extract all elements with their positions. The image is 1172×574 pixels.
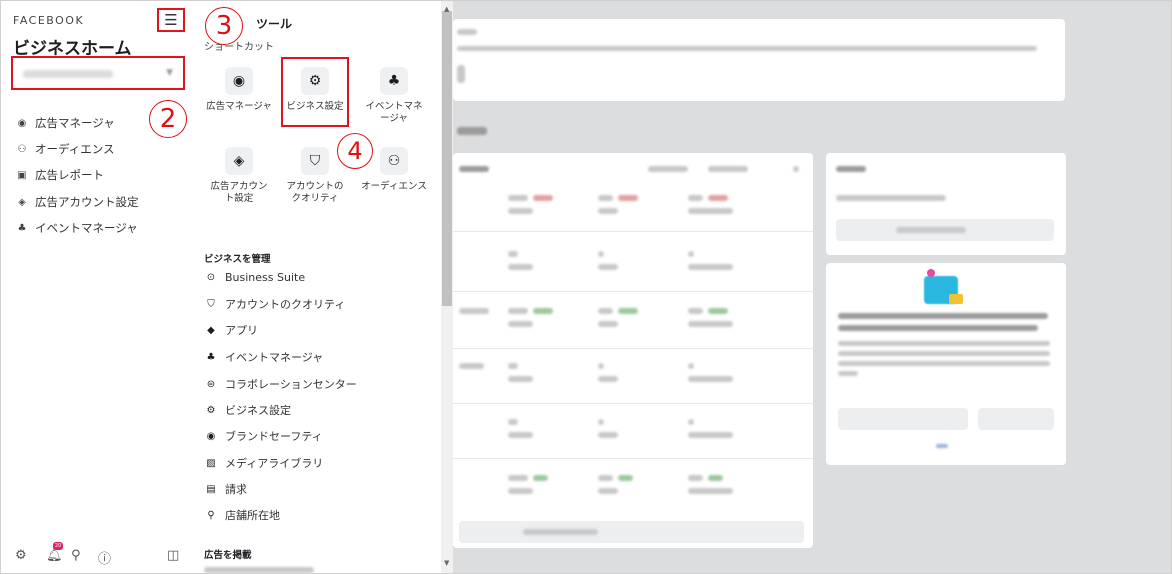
sidebar: FACEBOOK ビジネスホーム ☰ ▼ ◉ 広告マネージャ ⚇ オーディエンス… [1, 1, 195, 573]
tool-label: ビジネス設定 [225, 404, 291, 417]
tool-business-suite[interactable]: ⊙ Business Suite [204, 270, 305, 284]
dimmed-background [453, 1, 1171, 573]
business-suite-icon: ⊙ [206, 271, 216, 283]
ads-manager-icon: ◉ [17, 117, 27, 129]
tool-label: ブランドセーフティ [225, 430, 323, 443]
menu-button[interactable]: ☰ [157, 8, 185, 32]
billing-icon: ▤ [206, 483, 216, 495]
manage-business-heading: ビジネスを管理 [204, 254, 271, 265]
sidebar-item-label: オーディエンス [35, 142, 115, 156]
chevron-down-icon: ▼ [166, 68, 173, 78]
tool-label: アプリ [225, 324, 258, 337]
screen-frame: FACEBOOK ビジネスホーム ☰ ▼ ◉ 広告マネージャ ⚇ オーディエンス… [0, 0, 1172, 574]
tools-title: ツール [256, 17, 293, 31]
sidebar-item-audience[interactable]: ⚇ オーディエンス [15, 141, 115, 157]
brand-label: FACEBOOK [13, 14, 85, 27]
ad-account-settings-icon: ◈ [18, 196, 26, 208]
sidebar-item-ads-report[interactable]: ▣ 広告レポート [15, 167, 104, 183]
shortcut-ads-manager[interactable]: ◉ 広告マネージャ [206, 67, 272, 113]
annotation-3: 3 [205, 7, 243, 45]
account-quality-icon: ⛉ [301, 147, 329, 175]
shortcut-label: アカウントのクオリティ [286, 181, 344, 204]
tool-business-settings[interactable]: ⚙ ビジネス設定 [204, 402, 291, 418]
account-selector[interactable]: ▼ [11, 56, 185, 90]
events-manager-icon: ♣ [206, 351, 216, 363]
tool-label: メディアライブラリ [225, 457, 324, 470]
tool-media-library[interactable]: ▨ メディアライブラリ [204, 455, 323, 471]
ad-account-settings-icon: ◈ [225, 147, 253, 175]
tool-billing[interactable]: ▤ 請求 [204, 481, 247, 497]
sidebar-item-label: 広告アカウント設定 [35, 195, 139, 209]
settings-icon[interactable]: ⚙ [15, 548, 27, 563]
section-heading [457, 127, 487, 135]
promo-illustration-accent [949, 294, 963, 304]
notifications-icon[interactable]: 🔔︎ [46, 548, 63, 563]
ads-report-icon: ▣ [17, 169, 27, 181]
tools-scrollbar-thumb[interactable] [442, 11, 452, 306]
shortcut-events-manager[interactable]: ♣ イベントマネージャ [361, 67, 427, 125]
events-manager-icon: ♣ [380, 67, 408, 95]
tool-collaboration-center[interactable]: ⊜ コラボレーションセンター [204, 376, 357, 392]
menu-icon: ☰ [164, 11, 178, 29]
tool-label: 請求 [225, 483, 247, 496]
gear-icon: ⚙ [206, 404, 216, 416]
highlight-box-business-settings [281, 57, 349, 127]
advertise-heading: 広告を掲載 [204, 550, 252, 561]
events-manager-icon: ♣ [17, 222, 27, 234]
sidebar-item-label: イベントマネージャ [35, 221, 138, 235]
panel-toggle-icon[interactable]: ◫ [167, 548, 179, 563]
cut-off-item [204, 567, 314, 573]
help-icon[interactable]: ⓘ [98, 548, 111, 567]
performance-card [453, 153, 813, 548]
tool-label: Business Suite [225, 270, 306, 284]
tool-events-manager[interactable]: ♣ イベントマネージャ [204, 349, 324, 365]
sidebar-item-events-manager[interactable]: ♣ イベントマネージャ [15, 220, 138, 236]
account-quality-icon: ⛉ [207, 298, 215, 310]
tool-account-quality[interactable]: ⛉ アカウントのクオリティ [204, 296, 345, 312]
audience-icon: ⚇ [17, 143, 27, 155]
banner-card [453, 19, 1065, 101]
audience-icon: ⚇ [380, 147, 408, 175]
tool-label: 店舗所在地 [225, 509, 280, 522]
tools-panel: ツール ショートカット ◉ 広告マネージャ ⚙ ビジネス設定 ♣ イベントマネー… [194, 1, 442, 573]
store-location-icon: ⚲ [207, 509, 215, 521]
shortcut-label: オーディエンス [361, 181, 427, 192]
account-name [23, 70, 113, 78]
tool-label: コラボレーションセンター [225, 378, 357, 391]
apps-icon: ◆ [207, 324, 215, 336]
sidebar-item-ad-account-settings[interactable]: ◈ 広告アカウント設定 [15, 194, 139, 210]
scroll-down-arrow-icon[interactable]: ▼ [444, 559, 449, 567]
media-library-icon: ▨ [206, 457, 216, 469]
tool-brand-safety[interactable]: ◉ ブランドセーフティ [204, 428, 323, 444]
tool-apps[interactable]: ◆ アプリ [204, 322, 258, 338]
collaboration-center-icon: ⊜ [206, 378, 216, 390]
tool-store-location[interactable]: ⚲ 店舗所在地 [204, 507, 280, 523]
annotation-4: 4 [337, 133, 373, 169]
brand-safety-icon: ◉ [206, 430, 216, 442]
sidebar-item-ads-manager[interactable]: ◉ 広告マネージャ [15, 115, 115, 131]
annotation-2: 2 [149, 100, 187, 138]
ads-manager-icon: ◉ [225, 67, 253, 95]
sidebar-item-label: 広告レポート [35, 168, 104, 182]
shortcut-label: イベントマネージャ [365, 101, 423, 124]
promo-illustration-dot [927, 269, 935, 277]
sidebar-item-label: 広告マネージャ [35, 116, 115, 130]
search-icon[interactable]: ⚲ [71, 548, 81, 563]
shortcut-label: 広告アカウント設定 [210, 181, 268, 204]
scroll-up-arrow-icon[interactable]: ▲ [444, 5, 449, 13]
tool-label: アカウントのクオリティ [225, 298, 346, 311]
tool-label: イベントマネージャ [225, 351, 324, 364]
alerts-card [826, 153, 1066, 255]
shortcut-ad-account-settings[interactable]: ◈ 広告アカウント設定 [206, 147, 272, 205]
shortcut-label: 広告マネージャ [206, 101, 272, 112]
notification-badge: 20 [53, 542, 63, 550]
